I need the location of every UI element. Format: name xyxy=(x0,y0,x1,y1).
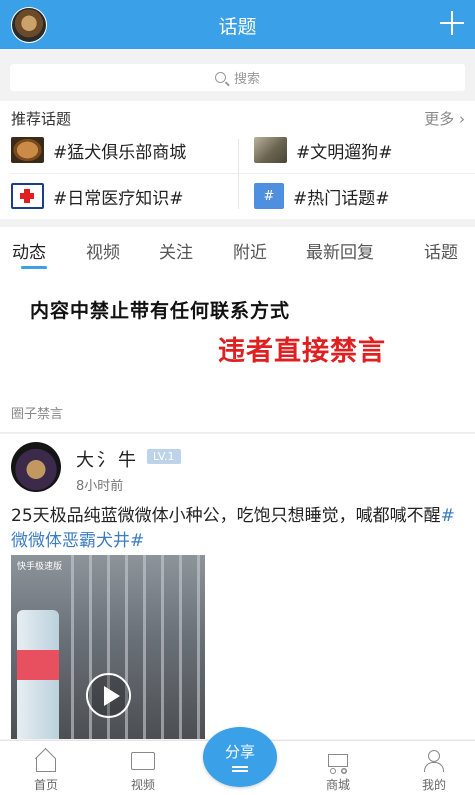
search-bar: 搜索 xyxy=(0,49,475,101)
topic-thumbnail xyxy=(11,137,44,163)
hashtag-icon: # xyxy=(254,183,284,209)
topic-label: #文明遛狗# xyxy=(296,142,393,163)
top-bar: 话题 xyxy=(0,0,475,49)
topic-item[interactable]: #文明遛狗# xyxy=(254,137,393,163)
page-title: 话题 xyxy=(218,16,257,38)
topic-thumbnail xyxy=(254,137,287,163)
notice-post[interactable]: 内容中禁止带有任何联系方式 违者直接禁言 圈子禁言 xyxy=(0,273,475,433)
author-name[interactable]: 大氵牛 xyxy=(76,446,139,472)
divider xyxy=(238,139,239,209)
cart-icon xyxy=(325,749,351,774)
menu-lines-icon xyxy=(232,766,248,772)
avatar[interactable] xyxy=(11,442,61,492)
divider xyxy=(11,173,475,174)
home-icon xyxy=(34,749,58,773)
recommended-topics: 推荐话题 更多 › #猛犬俱乐部商城 #文明遛狗# #日常医疗知识# # #热门… xyxy=(0,101,475,219)
notice-tag: 圈子禁言 xyxy=(11,407,64,422)
tab-nearby[interactable]: 附近 xyxy=(233,238,267,263)
cage-bars xyxy=(71,555,205,739)
tab-follow[interactable]: 关注 xyxy=(159,238,193,263)
video-icon xyxy=(130,749,156,773)
user-icon xyxy=(422,749,446,773)
level-badge: LV.1 xyxy=(147,449,181,464)
video-thumbnail[interactable]: 快手极速版 xyxy=(11,555,205,739)
search-placeholder: 搜索 xyxy=(233,72,260,87)
nav-video[interactable]: 视频 xyxy=(113,749,173,793)
nav-mine[interactable]: 我的 xyxy=(404,749,464,793)
notice-line-2: 违者直接禁言 xyxy=(218,336,386,367)
divider xyxy=(0,432,475,433)
tab-dynamic[interactable]: 动态 xyxy=(12,238,46,263)
plus-icon[interactable] xyxy=(439,10,465,36)
topic-label: #热门话题# xyxy=(293,188,390,209)
search-icon xyxy=(214,72,226,83)
post-text: 25天极品纯蓝微微体小种公，吃饱只想睡觉，喊都喊不醒#微微体恶霸犬井# xyxy=(11,506,455,551)
nav-home[interactable]: 首页 xyxy=(16,749,76,793)
topic-item[interactable]: #日常医疗知识# xyxy=(11,183,184,209)
more-link[interactable]: 更多 › xyxy=(424,108,465,129)
bottle-label xyxy=(17,650,59,680)
topic-item[interactable]: #猛犬俱乐部商城 xyxy=(11,137,186,163)
nav-shop[interactable]: 商城 xyxy=(308,749,368,793)
search-input[interactable]: 搜索 xyxy=(10,64,465,91)
post-time: 8小时前 xyxy=(76,479,124,494)
topic-label: #猛犬俱乐部商城 xyxy=(53,142,187,163)
tab-video[interactable]: 视频 xyxy=(86,238,120,263)
recommended-heading: 推荐话题 xyxy=(11,110,72,128)
active-tab-indicator xyxy=(21,266,47,269)
topic-item[interactable]: # #热门话题# xyxy=(254,183,390,209)
video-watermark: 快手极速版 xyxy=(17,562,63,572)
notice-line-1: 内容中禁止带有任何联系方式 xyxy=(30,300,291,322)
tab-latest-reply[interactable]: 最新回复 xyxy=(306,238,374,263)
topic-label: #日常医疗知识# xyxy=(53,188,184,209)
medical-cross-icon xyxy=(11,183,44,209)
feed-tabs: 动态 视频 关注 附近 最新回复 话题 xyxy=(0,227,475,273)
feed-post[interactable]: 大氵牛 LV.1 8小时前 25天极品纯蓝微微体小种公，吃饱只想睡觉，喊都喊不醒… xyxy=(0,434,475,739)
share-button[interactable]: 分享 xyxy=(203,727,277,787)
tab-topics[interactable]: 话题 xyxy=(424,238,458,263)
play-icon[interactable] xyxy=(86,673,131,718)
